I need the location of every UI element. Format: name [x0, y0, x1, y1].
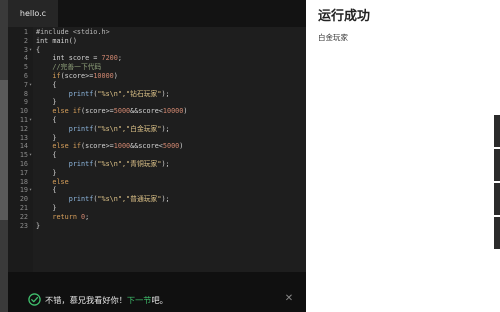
side-tab-2[interactable]	[494, 149, 500, 181]
code-text: }	[36, 168, 57, 177]
line-number: 18	[19, 177, 28, 186]
side-tab-1[interactable]	[494, 115, 500, 147]
line-number: 20	[19, 195, 28, 204]
code-line[interactable]: 20 printf("%s\n","普通玩家");	[8, 195, 306, 204]
fold-arrow-icon[interactable]: ▾	[29, 116, 32, 125]
line-number: 22	[19, 212, 28, 221]
code-area[interactable]: 1 #include <stdio.h> 2 int main() 3 ▾{4 int s…	[8, 28, 306, 272]
line-number: 4	[23, 54, 28, 63]
line-number: 23	[19, 221, 28, 230]
feedback-bar: 不错，慕兄我看好你！下一节吧。 ✕	[8, 272, 306, 312]
code-text: #include <stdio.h>	[36, 28, 110, 36]
result-title: 运行成功	[318, 9, 371, 24]
code-editor-panel: hello.c 1 #include <stdio.h> 2 int main() 3 ▾…	[8, 0, 306, 312]
line-number: 13	[19, 133, 28, 142]
line-number: 15	[19, 151, 28, 160]
code-text: {	[36, 151, 57, 160]
code-line[interactable]: 16 printf("%s\n","青铜玩家");	[8, 160, 306, 169]
close-icon[interactable]: ✕	[284, 293, 294, 305]
code-text: {	[36, 45, 41, 54]
code-line[interactable]: 14 else if(score>=1000&&score<5000)	[8, 142, 306, 151]
code-line[interactable]: 21 }	[8, 204, 306, 213]
code-text: else if(score>=5000&&score<10000)	[52, 107, 188, 116]
code-line[interactable]: 9 }	[8, 98, 306, 107]
code-text: int main()	[36, 36, 77, 45]
code-text: if(score>=10000)	[52, 71, 118, 80]
line-number: 17	[19, 168, 28, 177]
code-line[interactable]: 5 //完善一下代码	[8, 63, 306, 72]
code-text: //完善一下代码	[52, 63, 102, 72]
code-line[interactable]: 18 else	[8, 178, 306, 187]
code-text: {	[36, 80, 57, 89]
code-text: }	[36, 221, 41, 230]
code-text: else	[52, 177, 69, 186]
code-line[interactable]: 2 int main()	[8, 37, 306, 46]
fold-arrow-icon[interactable]: ▾	[29, 186, 32, 195]
code-line[interactable]: 13 }	[8, 134, 306, 143]
line-number: 16	[19, 159, 28, 168]
result-output: 白金玩家	[318, 33, 348, 42]
editor-tab-bar: hello.c	[8, 0, 306, 27]
side-tab-3[interactable]	[494, 183, 500, 215]
code-line[interactable]: 8 printf("%s\n","钻石玩家");	[8, 90, 306, 99]
code-text: }	[36, 98, 57, 107]
line-number: 14	[19, 142, 28, 151]
check-circle-icon	[28, 293, 41, 306]
line-number: 2	[23, 36, 28, 45]
code-text: else if(score>=1000&&score<5000)	[52, 142, 184, 151]
tab-hello-c[interactable]: hello.c	[8, 0, 58, 27]
code-line[interactable]: 15 ▾ {	[8, 151, 306, 160]
code-line[interactable]: 17 }	[8, 169, 306, 178]
code-line[interactable]: 7 ▾ {	[8, 81, 306, 90]
code-line[interactable]: 23}	[8, 222, 306, 231]
left-scrollbar-thumb[interactable]	[0, 80, 8, 220]
next-section-link[interactable]: 下一节	[127, 295, 152, 305]
code-text: {	[36, 186, 57, 195]
code-line[interactable]: 22 return 0;	[8, 213, 306, 222]
code-text: }	[36, 203, 57, 212]
line-number: 7	[23, 80, 28, 89]
code-line[interactable]: 3 ▾ {	[8, 46, 306, 55]
line-number: 1	[23, 28, 28, 36]
line-number: 5	[23, 63, 28, 72]
result-panel: 运行成功 白金玩家	[306, 0, 500, 312]
line-number: 21	[19, 203, 28, 212]
code-line[interactable]: 6 if(score>=10000)	[8, 72, 306, 81]
code-text: return 0;	[52, 212, 90, 221]
line-number: 6	[23, 71, 28, 80]
code-text: printf("%s\n","普通玩家");	[68, 195, 170, 204]
line-number: 10	[19, 107, 28, 116]
code-line[interactable]: 1 #include <stdio.h>	[8, 28, 306, 37]
feedback-text-after: 吧。	[151, 295, 168, 305]
code-line[interactable]: 4 int score = 7200;	[8, 54, 306, 63]
line-number: 8	[23, 89, 28, 98]
fold-arrow-icon[interactable]: ▾	[29, 151, 32, 160]
left-scrollbar[interactable]	[0, 0, 8, 312]
feedback-text-before: 不错，慕兄我看好你！	[45, 295, 127, 305]
code-text: printf("%s\n","钻石玩家");	[68, 89, 170, 98]
fold-arrow-icon[interactable]: ▾	[29, 46, 32, 55]
code-text: {	[36, 115, 57, 124]
line-number: 9	[23, 98, 28, 107]
code-line[interactable]: 10 else if(score>=5000&&score<10000)	[8, 107, 306, 116]
code-text: int score = 7200;	[36, 54, 122, 63]
line-number: 3	[23, 45, 28, 54]
code-text: printf("%s\n","白金玩家");	[68, 124, 170, 133]
code-text: printf("%s\n","青铜玩家");	[68, 159, 170, 168]
feedback-message: 不错，慕兄我看好你！下一节吧。	[45, 294, 168, 306]
side-tab-4[interactable]	[494, 217, 500, 249]
code-line[interactable]: 11 ▾ {	[8, 116, 306, 125]
line-number: 12	[19, 124, 28, 133]
line-number: 19	[19, 186, 28, 195]
fold-arrow-icon[interactable]: ▾	[29, 81, 32, 90]
code-line[interactable]: 19 ▾ {	[8, 186, 306, 195]
line-number: 11	[19, 115, 28, 124]
code-text: }	[36, 133, 57, 142]
code-line[interactable]: 12 printf("%s\n","白金玩家");	[8, 125, 306, 134]
